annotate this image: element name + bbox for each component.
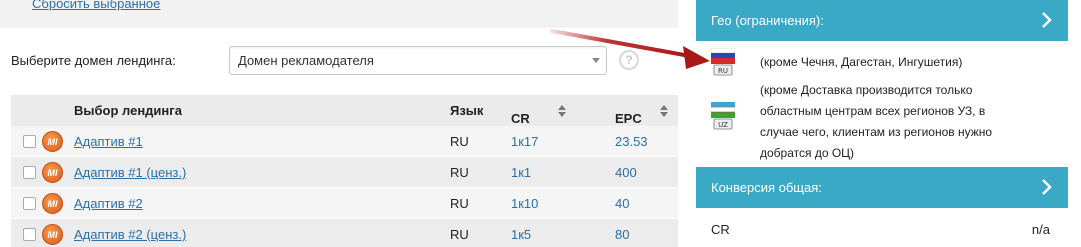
epc-cell: 23.53 [615,134,648,149]
lang-cell: RU [450,134,469,149]
chevron-right-icon [1042,12,1052,28]
conversion-header-title: Конверсия общая: [711,180,822,195]
lang-cell: RU [450,196,469,211]
lang-cell: RU [450,227,469,242]
header-epc-label: EPC [615,111,642,126]
conversion-header[interactable]: Конверсия общая: [696,167,1068,208]
header-cr-label: CR [511,111,530,126]
geo-header[interactable]: Гео (ограничения): [696,0,1068,41]
epc-cell: 40 [615,196,630,211]
sort-icon[interactable] [558,105,566,117]
geo-text-ru: (кроме Чечня, Дагестан, Ингушетия) [760,52,962,73]
landing-link[interactable]: Адаптив #2 (ценз.) [74,227,186,242]
geo-line: добратся до ОЦ) [760,146,855,160]
row-checkbox[interactable] [23,166,36,179]
epc-cell: 400 [615,165,637,180]
info-panel: Гео (ограничения): RU (кроме Чечня, Даге… [696,0,1068,247]
table-row: MI Адаптив #2 (ценз.) RU 1к5 80 [11,219,678,247]
reset-selection-link[interactable]: Сбросить выбранное [32,0,160,11]
chevron-down-icon [592,58,600,63]
sort-icon[interactable] [660,105,668,117]
landing-link[interactable]: Адаптив #1 (ценз.) [74,165,186,180]
help-icon[interactable]: ? [619,50,639,70]
header-lang: Язык [450,103,484,118]
landing-link[interactable]: Адаптив #2 [74,196,143,211]
domain-select[interactable]: Домен рекламодателя [229,46,607,75]
domain-select-value: Домен рекламодателя [238,53,374,68]
table-row: MI Адаптив #2 RU 1к10 40 [11,188,678,219]
mi-badge-icon: MI [42,131,63,152]
geo-line: (кроме Чечня, Дагестан, Ингушетия) [760,55,963,69]
landing-link[interactable]: Адаптив #1 [74,134,143,149]
mi-badge-icon: MI [42,224,63,245]
epc-cell: 80 [615,227,630,242]
cr-cell: 1к17 [511,134,539,149]
conversion-cr-value: n/a [1031,222,1050,237]
landing-table: Выбор лендинга Язык CR EPC MI Адаптив #1… [11,95,678,247]
geo-header-title: Гео (ограничения): [711,13,824,28]
row-checkbox[interactable] [23,197,36,210]
mi-badge-icon: MI [42,162,63,183]
cr-cell: 1к10 [511,196,539,211]
flag-uz-code: UZ [718,121,728,129]
geo-text-uz: (кроме Доставка производится только обла… [760,80,992,164]
mi-badge-icon: MI [42,193,63,214]
table-row: MI Адаптив #1 (ценз.) RU 1к1 400 [11,157,678,188]
header-landing: Выбор лендинга [74,103,182,118]
row-checkbox[interactable] [23,228,36,241]
flag-ru-code: RU [718,67,728,75]
chevron-right-icon [1042,179,1052,195]
flag-ru-icon: RU [711,48,735,76]
geo-line: областным центрам всех регионов УЗ, в [760,104,986,118]
lang-cell: RU [450,165,469,180]
domain-label: Выберите домен лендинга: [11,53,176,68]
cr-cell: 1к1 [511,165,532,180]
geo-line: случае чего, клиентам из регионов нужно [760,125,993,139]
table-row: MI Адаптив #1 RU 1к17 23.53 [11,126,678,157]
table-header: Выбор лендинга Язык CR EPC [11,95,678,126]
filter-bar: Сбросить выбранное [0,0,678,28]
cr-cell: 1к5 [511,227,532,242]
geo-line: (кроме Доставка производится только [760,83,973,97]
row-checkbox[interactable] [23,135,36,148]
conversion-cr-label: CR [711,222,730,237]
flag-uz-icon: UZ [711,102,735,130]
